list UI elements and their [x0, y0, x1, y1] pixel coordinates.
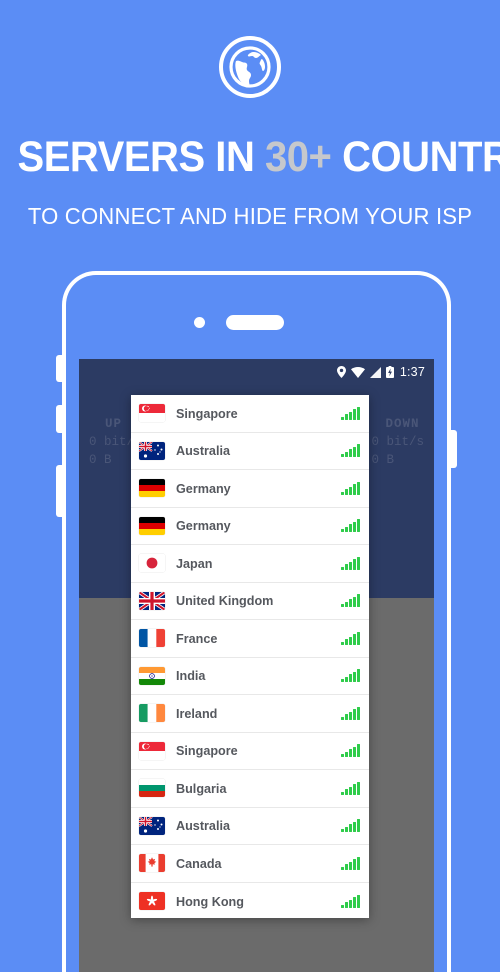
flag-de-icon	[139, 479, 165, 498]
page-subheadline: TO CONNECT AND HIDE FROM YOUR ISP	[27, 203, 473, 229]
flag-bg-icon	[139, 779, 165, 798]
flag-ie-icon	[139, 704, 165, 723]
cell-signal-icon	[369, 366, 381, 378]
server-list-item[interactable]: Ireland	[131, 695, 369, 733]
download-label: DOWN	[385, 417, 420, 431]
server-name: Bulgaria	[176, 780, 227, 796]
server-name: Hong Kong	[176, 893, 244, 909]
volume-down-button[interactable]	[56, 405, 66, 433]
signal-bars-icon	[341, 819, 360, 833]
server-list-item[interactable]: India	[131, 658, 369, 695]
flag-sg-icon	[139, 741, 165, 760]
flag-au-icon	[139, 441, 165, 460]
server-list-dialog[interactable]: Singapore Australia Germany Germany Japan U…	[131, 395, 369, 918]
server-name: Singapore	[176, 743, 238, 759]
hero-logo	[0, 36, 500, 98]
signal-bars-icon	[341, 481, 360, 495]
page-headline: SERVERS IN 30+ COUNTRIES	[17, 133, 500, 181]
signal-bars-icon	[341, 519, 360, 533]
server-name: Germany	[176, 518, 231, 534]
server-list-item[interactable]: Germany	[131, 508, 369, 545]
power-button[interactable]	[56, 465, 66, 517]
globe-icon	[219, 36, 281, 98]
flag-jp-icon	[139, 554, 165, 573]
flag-ca-icon	[139, 854, 165, 873]
server-list-item[interactable]: Hong Kong	[131, 883, 369, 919]
server-list-item[interactable]: Germany	[131, 470, 369, 508]
camera-dot-icon	[194, 317, 205, 328]
server-name: India	[176, 668, 206, 684]
server-name: Germany	[176, 480, 231, 496]
server-name: France	[176, 630, 218, 646]
flag-sg-icon	[139, 404, 165, 423]
right-side-button[interactable]	[447, 430, 457, 468]
flag-au-icon	[139, 816, 165, 835]
server-name: Ireland	[176, 705, 218, 721]
server-name: Japan	[176, 555, 213, 571]
status-bar: 1:37	[79, 359, 434, 385]
signal-bars-icon	[341, 781, 360, 795]
signal-bars-icon	[341, 894, 360, 908]
server-name: Singapore	[176, 405, 238, 421]
server-list-item[interactable]: Japan	[131, 545, 369, 583]
flag-fr-icon	[139, 629, 165, 648]
server-list-item[interactable]: France	[131, 620, 369, 658]
server-name: Australia	[176, 818, 230, 834]
status-bar-time: 1:37	[399, 365, 425, 379]
signal-bars-icon	[341, 556, 360, 570]
signal-bars-icon	[341, 856, 360, 870]
server-name: Australia	[176, 443, 230, 459]
flag-de-icon	[139, 516, 165, 535]
server-list-item[interactable]: Australia	[131, 808, 369, 845]
signal-bars-icon	[341, 706, 360, 720]
download-meter: DOWN 0 bit/s 0 B	[371, 415, 424, 469]
flag-hk-icon	[139, 892, 165, 911]
headline-part1: SERVERS IN	[17, 133, 266, 181]
headline-highlight: 30+	[265, 133, 332, 181]
server-list-item[interactable]: Bulgaria	[131, 770, 369, 808]
signal-bars-icon	[341, 444, 360, 458]
server-list-item[interactable]: Singapore	[131, 733, 369, 770]
battery-charging-icon	[385, 366, 394, 378]
flag-in-icon	[139, 666, 165, 685]
server-name: United Kingdom	[176, 593, 274, 609]
wifi-icon	[350, 366, 365, 378]
signal-bars-icon	[341, 744, 360, 758]
server-list-item[interactable]: Canada	[131, 845, 369, 883]
download-total: 0 B	[371, 453, 394, 467]
signal-bars-icon	[341, 594, 360, 608]
signal-bars-icon	[341, 631, 360, 645]
server-list-item[interactable]: United Kingdom	[131, 583, 369, 620]
signal-bars-icon	[341, 406, 360, 420]
volume-up-button[interactable]	[56, 355, 66, 382]
signal-bars-icon	[341, 669, 360, 683]
location-pin-icon	[336, 366, 346, 378]
speaker-grille-icon	[226, 315, 284, 330]
headline-part2: COUNTRIES	[342, 133, 500, 181]
server-list-item[interactable]: Australia	[131, 433, 369, 470]
upload-total: 0 B	[89, 453, 112, 467]
flag-gb-icon	[139, 591, 165, 610]
server-list-item[interactable]: Singapore	[131, 395, 369, 433]
download-rate: 0 bit/s	[371, 435, 424, 449]
server-name: Canada	[176, 855, 222, 871]
